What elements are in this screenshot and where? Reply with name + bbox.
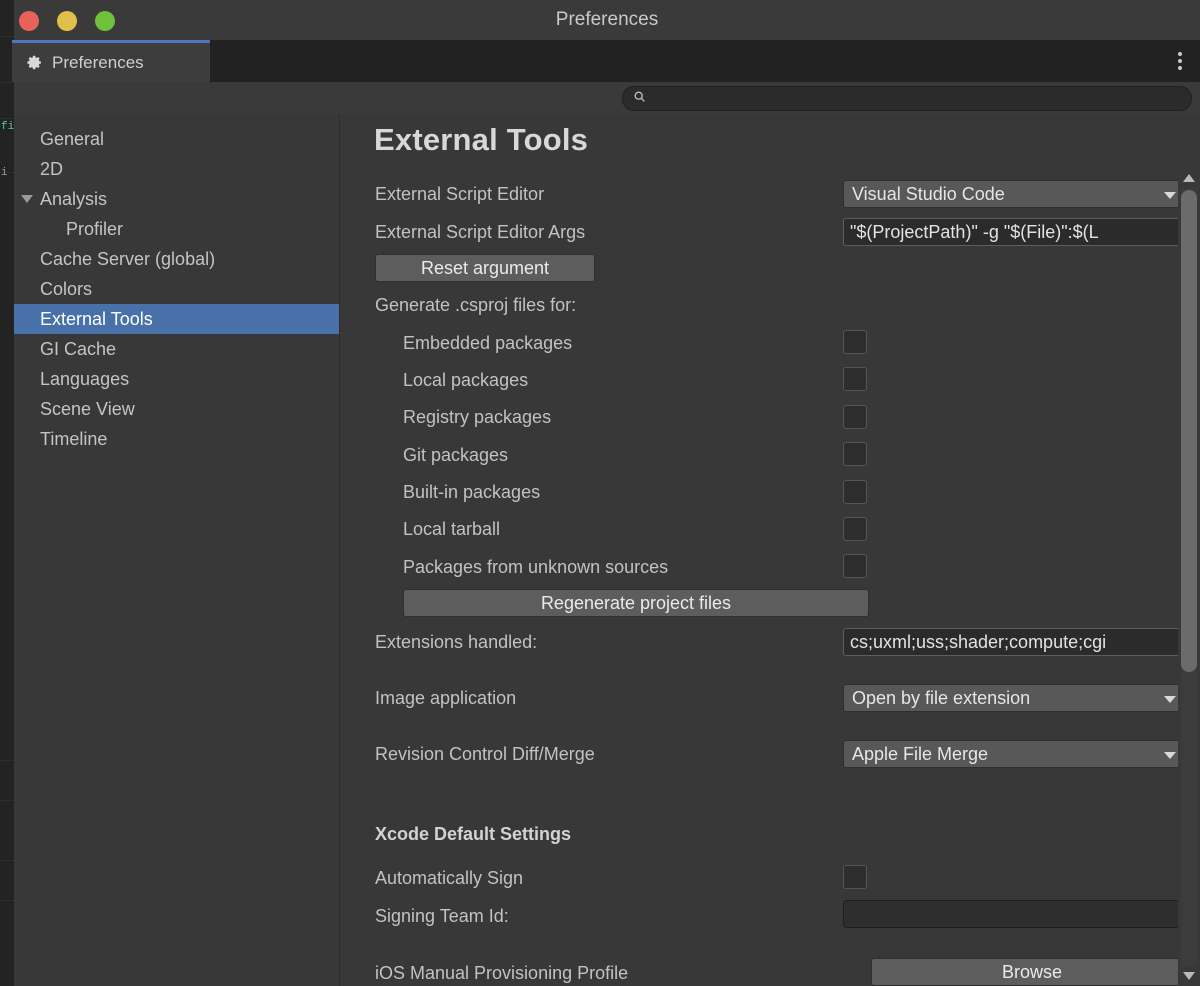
tab-label: Preferences [52, 52, 144, 72]
external-script-editor-args-label: External Script Editor Args [375, 222, 586, 242]
search-box[interactable] [622, 86, 1192, 111]
search-icon [633, 90, 646, 108]
zoom-button[interactable] [95, 11, 115, 31]
csproj-option-label: Built-in packages [403, 482, 541, 502]
image-application-dropdown[interactable]: Open by file extension [843, 684, 1187, 712]
csproj-checkbox-embedded-packages[interactable] [843, 330, 867, 354]
title-bar: Preferences [14, 0, 1200, 40]
scroll-down-arrow-icon[interactable] [1183, 972, 1195, 980]
sidebar-item-gi-cache[interactable]: GI Cache [14, 334, 339, 364]
reset-argument-button[interactable]: Reset argument [375, 254, 595, 282]
kebab-menu-icon[interactable] [1178, 52, 1182, 70]
sidebar-item-label: Timeline [40, 428, 108, 449]
generate-csproj-heading: Generate .csproj files for: [375, 295, 577, 315]
sidebar-item-profiler[interactable]: Profiler [14, 214, 339, 244]
sidebar: General 2D Analysis Profiler Cache Serve… [14, 114, 340, 986]
chevron-down-icon [1164, 752, 1176, 759]
ios-provisioning-profile-label: iOS Manual Provisioning Profile [375, 963, 629, 983]
csproj-option-label: Packages from unknown sources [403, 557, 669, 577]
sidebar-item-label: External Tools [40, 308, 153, 329]
sidebar-item-scene-view[interactable]: Scene View [14, 394, 339, 424]
sidebar-item-languages[interactable]: Languages [14, 364, 339, 394]
external-script-editor-dropdown[interactable]: Visual Studio Code [843, 180, 1187, 208]
extensions-handled-field[interactable]: cs;uxml;uss;shader;compute;cgi [843, 628, 1193, 656]
csproj-option-label: Local packages [403, 370, 529, 390]
sidebar-item-general[interactable]: General [14, 124, 339, 154]
csproj-checkbox-git-packages[interactable] [843, 442, 867, 466]
image-application-value: Open by file extension [852, 687, 1031, 708]
search-row [14, 82, 1200, 114]
xcode-settings-heading: Xcode Default Settings [375, 824, 572, 844]
revision-control-dropdown[interactable]: Apple File Merge [843, 740, 1187, 768]
search-input[interactable] [652, 91, 1172, 106]
sidebar-item-label: 2D [40, 158, 64, 179]
settings-content: External Script Editor Visual Studio Cod… [341, 170, 1200, 986]
sidebar-item-label: Colors [40, 278, 93, 299]
automatically-sign-checkbox[interactable] [843, 865, 867, 889]
browse-button[interactable]: Browse [871, 958, 1193, 986]
sidebar-item-label: GI Cache [40, 338, 117, 359]
sidebar-item-label: Languages [40, 368, 130, 389]
gear-icon [26, 54, 43, 71]
minimize-button[interactable] [57, 11, 77, 31]
revision-control-value: Apple File Merge [852, 743, 989, 764]
sidebar-item-label: Cache Server (global) [40, 248, 216, 269]
sidebar-item-label: Profiler [66, 218, 124, 239]
sidebar-item-colors[interactable]: Colors [14, 274, 339, 304]
csproj-checkbox-local-packages[interactable] [843, 367, 867, 391]
tab-preferences[interactable]: Preferences [12, 40, 210, 82]
external-script-editor-value: Visual Studio Code [852, 183, 1005, 204]
csproj-checkbox-unknown-sources[interactable] [843, 554, 867, 578]
csproj-option-label: Embedded packages [403, 333, 573, 353]
sidebar-item-label: Scene View [40, 398, 135, 419]
external-script-editor-args-field[interactable]: "$(ProjectPath)" -g "$(File)":$(L [843, 218, 1193, 246]
csproj-checkbox-local-tarball[interactable] [843, 517, 867, 541]
extensions-handled-value: cs;uxml;uss;shader;compute;cgi [850, 631, 1107, 652]
preferences-window-root: fi i Preferences Preferences General 2D … [0, 0, 1200, 986]
scrollbar-thumb[interactable] [1181, 190, 1197, 672]
tab-strip: Preferences [12, 40, 1200, 82]
sidebar-item-analysis[interactable]: Analysis [14, 184, 339, 214]
background-editor-strip: fi i [0, 0, 14, 986]
traffic-light-group [19, 11, 115, 31]
automatically-sign-label: Automatically Sign [375, 868, 524, 888]
csproj-checkbox-registry-packages[interactable] [843, 405, 867, 429]
signing-team-id-label: Signing Team Id: [375, 906, 509, 926]
csproj-option-label: Registry packages [403, 407, 552, 427]
page-title: External Tools [374, 122, 589, 157]
sidebar-item-cache-server[interactable]: Cache Server (global) [14, 244, 339, 274]
vertical-scrollbar[interactable] [1178, 168, 1200, 986]
extensions-handled-label: Extensions handled: [375, 632, 538, 652]
sidebar-item-label: General [40, 128, 105, 149]
image-application-label: Image application [375, 688, 517, 708]
csproj-option-label: Local tarball [403, 519, 501, 539]
revision-control-label: Revision Control Diff/Merge [375, 744, 595, 764]
main-panel: External Tools External Script Editor Vi… [341, 114, 1200, 986]
csproj-checkbox-builtin-packages[interactable] [843, 480, 867, 504]
close-button[interactable] [19, 11, 39, 31]
chevron-down-icon [1164, 192, 1176, 199]
sidebar-item-label: Analysis [40, 188, 108, 209]
sidebar-item-timeline[interactable]: Timeline [14, 424, 339, 454]
regenerate-project-files-button[interactable]: Regenerate project files [403, 589, 869, 617]
chevron-down-icon[interactable] [21, 195, 33, 203]
chevron-down-icon [1164, 696, 1176, 703]
scroll-up-arrow-icon[interactable] [1183, 174, 1195, 182]
window-title: Preferences [555, 9, 659, 30]
signing-team-id-field[interactable] [843, 900, 1193, 928]
csproj-option-label: Git packages [403, 445, 509, 465]
preferences-window: Preferences Preferences General 2D Analy… [12, 0, 1200, 986]
sidebar-item-external-tools[interactable]: External Tools [14, 304, 339, 334]
external-script-editor-label: External Script Editor [375, 184, 545, 204]
preferences-body: General 2D Analysis Profiler Cache Serve… [14, 114, 1200, 986]
sidebar-item-2d[interactable]: 2D [14, 154, 339, 184]
external-script-editor-args-value: "$(ProjectPath)" -g "$(File)":$(L [850, 221, 1099, 242]
